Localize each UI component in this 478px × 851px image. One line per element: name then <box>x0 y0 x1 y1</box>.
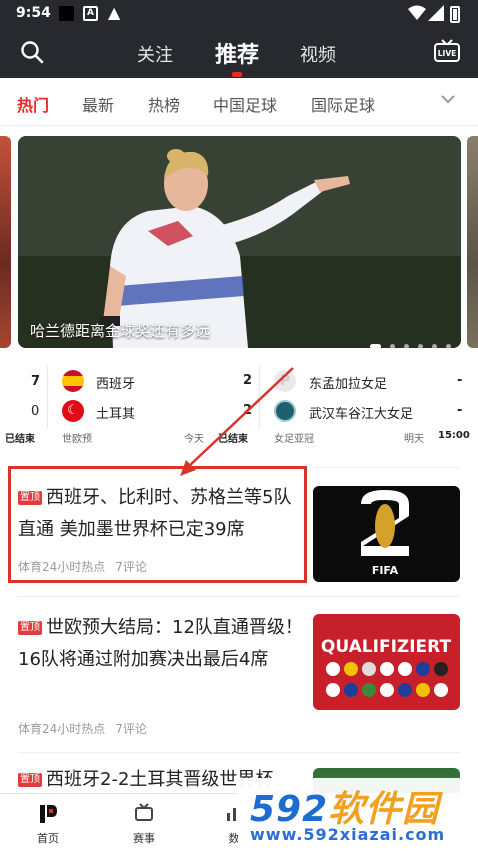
category-china-football[interactable]: 中国足球 <box>213 92 277 116</box>
category-hotlist[interactable]: 热榜 <box>148 92 180 116</box>
match1-league: 世欧预 <box>62 434 92 445</box>
match1-team2: 土耳其 <box>96 407 136 422</box>
banner-caption: 哈兰德距离金球奖还有多远 <box>30 322 211 340</box>
news-title: 置顶 世欧预大结局：12队直通晋级！16队将通过附加赛决出最后4席 <box>18 612 303 676</box>
partial-score-2: 0 <box>31 404 40 419</box>
pinned-badge: 置顶 <box>18 773 42 787</box>
fifa-logo-image: FIFA <box>361 490 409 577</box>
wuhan-team-logo-icon <box>274 400 296 422</box>
match2-team1: 东孟加拉女足 <box>309 377 388 392</box>
pinned-badge: 置顶 <box>18 621 42 635</box>
category-hot[interactable]: 热门 <box>17 92 49 116</box>
watermark-brand-number: 592 <box>250 789 329 830</box>
notification-icon <box>59 6 74 21</box>
category-bar: 热门 最新 热榜 中国足球 国际足球 <box>0 78 478 126</box>
watermark-url: www.592xiazai.com <box>250 825 446 844</box>
carousel-dots <box>370 336 460 348</box>
tab-video[interactable]: 视频 <box>300 41 336 67</box>
tab-home-label: 首页 <box>37 832 59 845</box>
partial-score-1: 7 <box>31 374 41 389</box>
tv-icon <box>135 803 153 821</box>
category-intl-football[interactable]: 国际足球 <box>311 92 375 116</box>
news-thumbnail: FIFA <box>313 486 460 582</box>
prev-banner-peek <box>0 136 11 348</box>
carousel-dot <box>404 344 409 348</box>
match2-score2: - <box>457 403 463 418</box>
team-logo-placeholder-icon: P <box>274 370 296 392</box>
match1-date: 今天 <box>184 434 204 445</box>
top-bar: 9:54 A ▲ 关注 推荐 视频 LIVE <box>0 0 478 78</box>
active-tab-indicator <box>232 72 242 77</box>
news-thumbnail: QUALIFIZIERT <box>313 614 460 710</box>
tab-follow[interactable]: 关注 <box>137 41 173 67</box>
news-title-text: 世欧预大结局：12队直通晋级！16队将通过附加赛决出最后4席 <box>18 617 303 670</box>
site-watermark: 592软件园 www.592xiazai.com <box>238 778 478 851</box>
chevron-down-icon[interactable] <box>440 91 456 107</box>
match1-team1: 西班牙 <box>96 377 136 392</box>
search-icon[interactable] <box>20 40 44 64</box>
signal-icon <box>428 5 444 21</box>
divider <box>259 366 260 428</box>
match2-date: 明天 <box>404 434 424 445</box>
status-time: 9:54 <box>16 5 51 21</box>
banner-carousel[interactable]: 哈兰德距离金球奖还有多远 <box>0 126 478 356</box>
section-gap <box>0 450 478 460</box>
divider <box>18 752 460 753</box>
status-bar: 9:54 A ▲ <box>0 0 478 28</box>
wifi-icon <box>408 5 426 20</box>
partial-status: 已结束 <box>5 434 35 445</box>
home-logo-icon <box>40 805 57 823</box>
spain-flag-icon <box>62 370 84 392</box>
news-meta: 体育24小时热点 7评论 <box>18 720 147 737</box>
match1-score1: 2 <box>243 373 253 388</box>
main-nav: 关注 推荐 视频 LIVE <box>0 28 478 78</box>
highlight-box <box>8 466 307 583</box>
tab-home[interactable]: 首页 <box>8 794 88 851</box>
thumb-text: FIFA <box>372 564 399 577</box>
live-label: LIVE <box>438 49 457 58</box>
live-tv-icon[interactable]: LIVE <box>434 39 460 63</box>
app-notification-icon: A <box>83 6 98 21</box>
carousel-dot-active <box>370 344 381 348</box>
news-item-2[interactable]: 置顶 世欧预大结局：12队直通晋级！16队将通过附加赛决出最后4席 体育24小时热… <box>0 600 478 750</box>
news-source: 体育24小时热点 <box>18 722 106 736</box>
match1-score2: 2 <box>243 403 253 418</box>
tab-recommend[interactable]: 推荐 <box>215 37 259 69</box>
battery-icon <box>450 6 460 23</box>
news-comments: 7评论 <box>115 722 147 736</box>
match2-team2: 武汉车谷江大女足 <box>309 407 414 422</box>
thumb-text: QUALIFIZIERT <box>321 637 452 657</box>
carousel-dot <box>432 344 437 348</box>
qualified-image: QUALIFIZIERT <box>321 637 452 697</box>
tab-matches[interactable]: 赛事 <box>104 794 184 851</box>
next-banner-peek <box>467 136 478 348</box>
divider <box>47 366 48 428</box>
match2-league: 女足亚冠 <box>274 434 314 445</box>
banner-photo <box>18 136 461 348</box>
category-latest[interactable]: 最新 <box>82 92 114 116</box>
carousel-dot <box>390 344 395 348</box>
carousel-dot <box>446 344 451 348</box>
tab-matches-label: 赛事 <box>133 832 155 845</box>
match2-time: 15:00 <box>438 430 470 441</box>
match1-status: 已结束 <box>218 434 248 445</box>
warning-icon: ▲ <box>108 3 121 22</box>
banner-slide[interactable]: 哈兰德距离金球奖还有多远 <box>18 136 461 348</box>
turkey-flag-icon: ☾ <box>62 400 84 422</box>
match2-score1: - <box>457 373 463 388</box>
divider <box>18 596 460 597</box>
match-scores-strip[interactable]: 7 0 已结束 西班牙 2 ☾ 土耳其 2 世欧预 今天 已结束 P 东孟加拉女… <box>0 362 478 450</box>
carousel-dot <box>418 344 423 348</box>
watermark-brand-text: 软件园 <box>328 789 440 830</box>
